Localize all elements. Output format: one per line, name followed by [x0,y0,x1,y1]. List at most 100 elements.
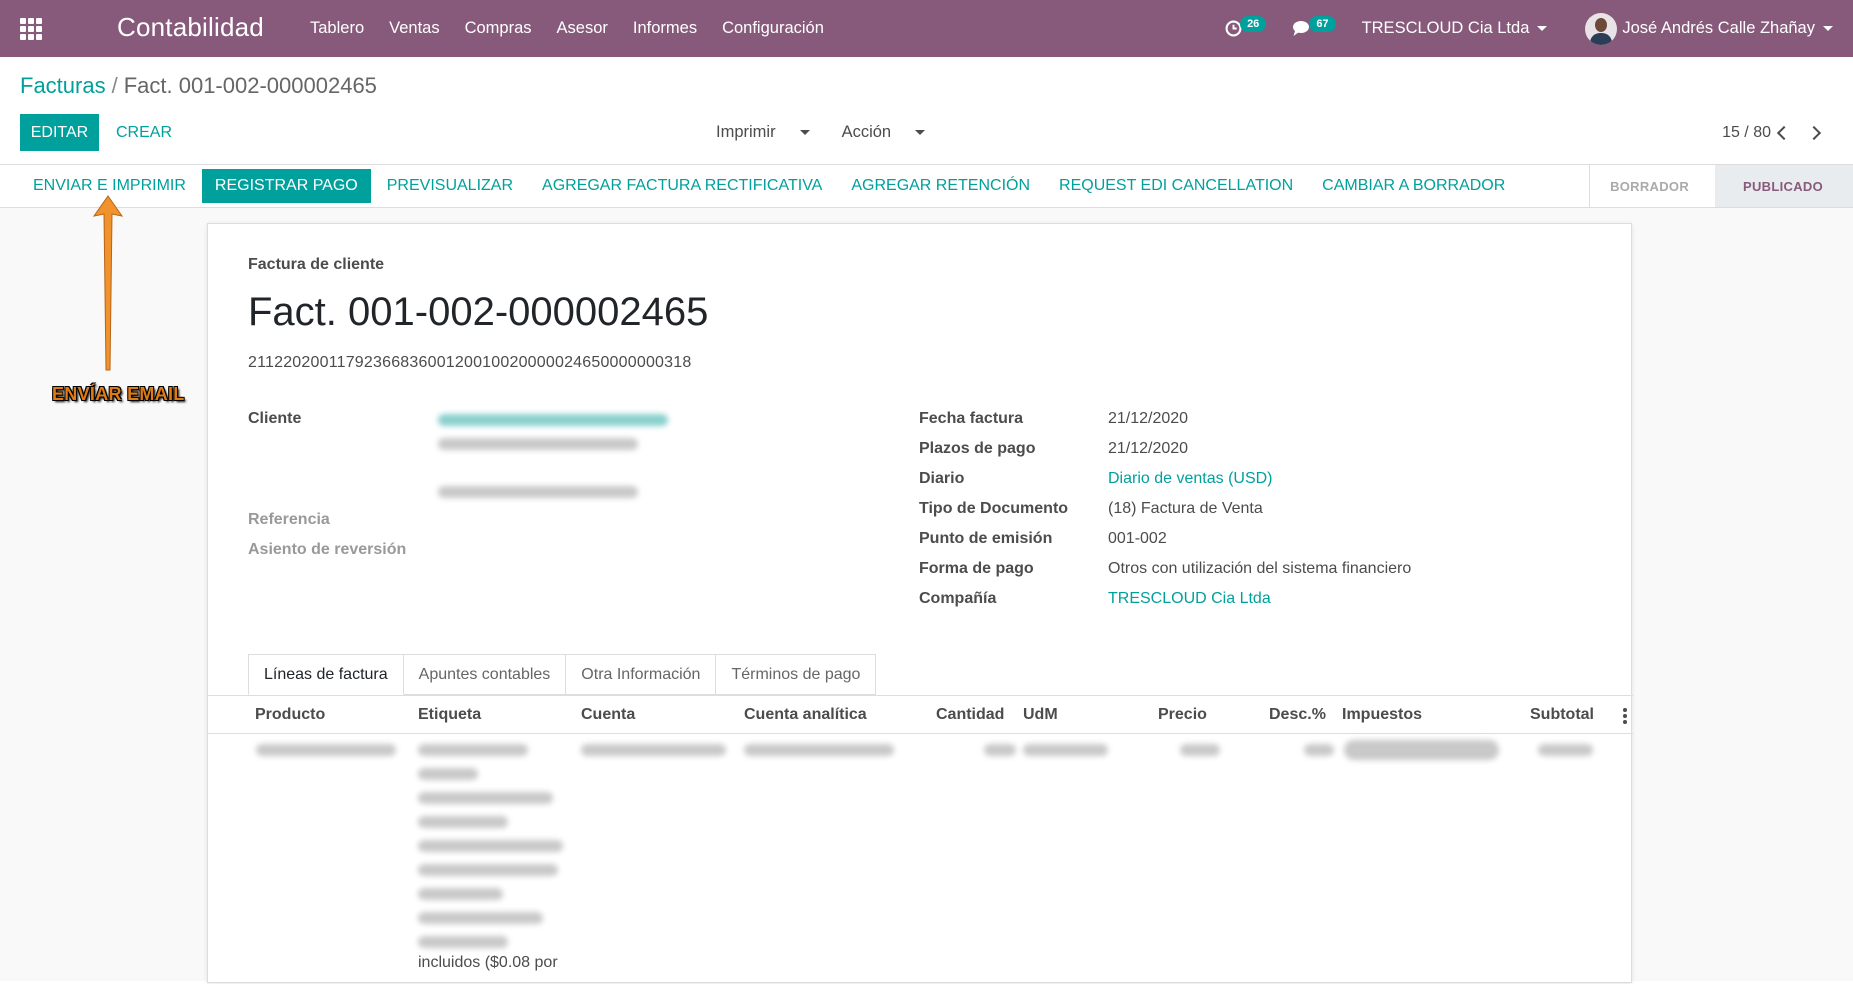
caret-down-icon [1823,26,1833,31]
col-cuenta-analitica[interactable]: Cuenta analítica [744,696,867,734]
impuestos-tag-redacted [1344,740,1499,760]
add-credit-note-button[interactable]: AGREGAR FACTURA RECTIFICATIVA [529,169,835,203]
precio-redacted [1180,744,1220,756]
cliente-country-redacted [438,486,638,498]
chevron-right-icon[interactable] [1806,125,1822,140]
etiqueta-fragment: incluidos ($0.08 por [418,954,558,971]
action-dropdown[interactable]: Acción [842,123,942,142]
menu-tablero[interactable]: Tablero [310,19,364,38]
plazos-pago-label: Plazos de pago [919,440,1036,457]
annotation-arrow-icon [92,195,124,371]
statusbar: ENVIAR E IMPRIMIR REGISTRAR PAGO PREVISU… [0,164,1853,208]
add-withholding-button[interactable]: AGREGAR RETENCIÓN [838,169,1043,203]
col-etiqueta[interactable]: Etiqueta [418,696,481,734]
diario-label: Diario [919,470,965,487]
tab-terminos-pago[interactable]: Términos de pago [716,654,877,695]
etiqueta-redacted [418,864,558,876]
avatar [1585,12,1618,45]
etiqueta-redacted [418,792,553,804]
create-button[interactable]: CREAR [116,114,172,151]
apps-menu-icon[interactable] [0,0,62,57]
col-cantidad[interactable]: Cantidad [936,696,1004,734]
col-precio[interactable]: Precio [1158,696,1207,734]
tipo-documento-label: Tipo de Documento [919,500,1069,517]
tab-apuntes-contables[interactable]: Apuntes contables [403,654,567,695]
action-label: Acción [841,123,892,141]
compania-link[interactable]: TRESCLOUD Cia Ltda [1108,590,1271,608]
col-descuento[interactable]: Desc.% [1269,696,1326,734]
company-switcher[interactable]: TRESCLOUD Cia Ltda [1362,19,1548,38]
edi-cancellation-button[interactable]: REQUEST EDI CANCELLATION [1046,169,1306,203]
menu-compras[interactable]: Compras [465,19,532,38]
producto-redacted [256,744,396,756]
notebook-tabs: Líneas de factura Apuntes contables Otra… [248,654,877,695]
tab-lineas-factura[interactable]: Líneas de factura [248,654,404,695]
compania-label: Compañía [919,590,997,607]
menu-ventas[interactable]: Ventas [389,19,439,38]
reset-to-draft-button[interactable]: CAMBIAR A BORRADOR [1309,169,1518,203]
menu-configuracion[interactable]: Configuración [722,19,824,38]
cuenta-redacted [581,744,726,756]
cliente-address-redacted [438,438,638,450]
messages-menu[interactable]: 67 [1292,15,1336,37]
table-row[interactable]: incluidos ($0.08 por [208,734,1633,984]
main-menu: Tablero Ventas Compras Asesor Informes C… [310,0,849,57]
stage-publicado[interactable]: PUBLICADO [1715,165,1853,207]
menu-informes[interactable]: Informes [633,19,697,38]
preview-button[interactable]: PREVISUALIZAR [374,169,526,203]
breadcrumb-separator: / [111,73,118,98]
udm-redacted [1023,744,1108,756]
etiqueta-redacted [418,816,508,828]
annotation-label: ENVÍAR EMAIL [52,384,185,404]
cuenta-analitica-redacted [744,744,894,756]
invoice-sheet: Factura de cliente Fact. 001-002-0000024… [207,223,1633,984]
chevron-left-icon[interactable] [1776,125,1792,140]
diario-link[interactable]: Diario de ventas (USD) [1108,470,1273,488]
messages-count-badge: 67 [1309,15,1336,32]
col-udm[interactable]: UdM [1023,696,1058,734]
activity-count-badge: 26 [1240,15,1267,32]
register-payment-button[interactable]: REGISTRAR PAGO [201,169,371,203]
col-cuenta[interactable]: Cuenta [581,696,635,734]
cliente-name-redacted[interactable] [438,414,668,426]
col-subtotal[interactable]: Subtotal [1530,696,1594,734]
company-name: TRESCLOUD Cia Ltda [1361,19,1530,37]
referencia-label: Referencia [248,511,330,528]
pager-value[interactable]: 15 / 80 [1722,114,1771,151]
punto-emision-value[interactable]: 001-002 [1108,530,1167,548]
top-navbar: Contabilidad Tablero Ventas Compras Ases… [0,0,1853,57]
print-dropdown[interactable]: Imprimir [716,123,826,142]
col-producto[interactable]: Producto [255,696,325,734]
access-key: 2112202001179236683600120010020000024650… [248,354,692,371]
forma-pago-value[interactable]: Otros con utilización del sistema financ… [1108,560,1411,578]
user-name: José Andrés Calle Zhañay [1622,19,1815,37]
document-title: Fact. 001-002-000002465 [248,290,709,334]
plazos-pago-value[interactable]: 21/12/2020 [1108,440,1188,458]
etiqueta-redacted [418,840,563,852]
tipo-documento-value[interactable]: (18) Factura de Venta [1108,500,1263,518]
edit-button[interactable]: EDITAR [20,114,99,151]
status-stages: BORRADOR PUBLICADO [1589,165,1853,207]
breadcrumb-current: Fact. 001-002-000002465 [123,73,377,98]
col-impuestos[interactable]: Impuestos [1342,696,1422,734]
etiqueta-redacted [418,768,478,780]
forma-pago-label: Forma de pago [919,560,1034,577]
stage-borrador[interactable]: BORRADOR [1589,165,1716,207]
print-label: Imprimir [716,123,776,141]
etiqueta-redacted [418,936,508,948]
activity-menu[interactable]: 26 [1225,15,1267,37]
caret-down-icon [799,130,810,136]
tab-otra-informacion[interactable]: Otra Información [566,654,717,695]
breadcrumb: Facturas / Fact. 001-002-000002465 [20,73,377,99]
user-menu[interactable]: José Andrés Calle Zhañay [1585,12,1833,45]
fecha-factura-value[interactable]: 21/12/2020 [1108,410,1188,428]
breadcrumb-facturas[interactable]: Facturas [20,73,106,98]
fecha-factura-label: Fecha factura [919,410,1024,427]
app-title[interactable]: Contabilidad [117,12,264,43]
optional-columns-icon[interactable] [1623,708,1627,726]
menu-asesor[interactable]: Asesor [557,19,608,38]
descuento-redacted [1304,744,1334,756]
pager-arrows [1769,114,1829,151]
cp-dropdowns: Imprimir Acción [716,114,957,151]
systray: 26 67 TRESCLOUD Cia Ltda José Andrés Cal… [1225,0,1853,57]
